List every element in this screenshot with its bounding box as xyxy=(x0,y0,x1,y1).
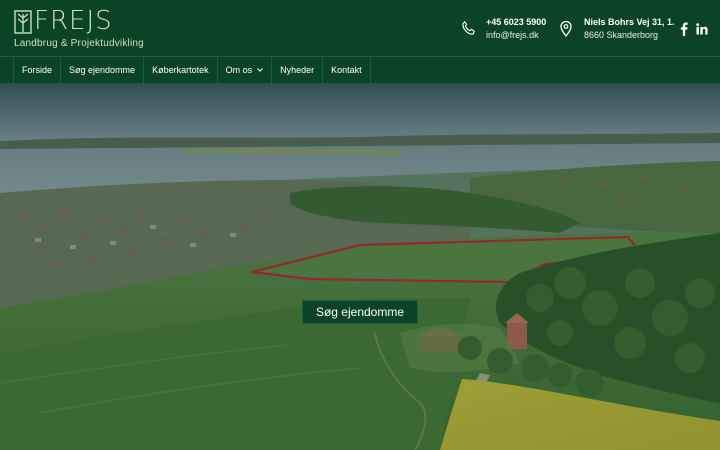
phone-icon xyxy=(462,21,475,35)
hero-banner: Søg ejendomme xyxy=(0,83,720,450)
facebook-icon[interactable] xyxy=(680,22,688,36)
nav-item-koeberkartotek[interactable]: Køberkartotek xyxy=(143,57,217,83)
hero-overlay xyxy=(0,83,720,450)
brand-name: FREJS xyxy=(34,6,113,36)
nav-label: Søg ejendomme xyxy=(69,65,136,75)
nav-item-soeg-ejendomme[interactable]: Søg ejendomme xyxy=(60,57,143,83)
address-line2: 8660 Skanderborg xyxy=(584,30,659,40)
linkedin-icon[interactable] xyxy=(696,22,708,36)
main-nav: Forside Søg ejendomme Køberkartotek Om o… xyxy=(0,56,720,83)
nav-label: Forside xyxy=(22,65,53,75)
nav-item-kontakt[interactable]: Kontakt xyxy=(322,57,371,83)
nav-label: Kontakt xyxy=(331,65,362,75)
nav-label: Om os xyxy=(225,65,253,75)
nav-item-forside[interactable]: Forside xyxy=(13,57,60,83)
frejs-logo-mark-icon xyxy=(14,10,32,34)
nav-item-nyheder[interactable]: Nyheder xyxy=(271,57,322,83)
phone-number[interactable]: +45 6023 5900 xyxy=(486,16,546,28)
search-properties-button[interactable]: Søg ejendomme xyxy=(302,300,418,324)
location-pin-icon xyxy=(560,21,572,37)
nav-label: Køberkartotek xyxy=(152,65,209,75)
brand-tagline: Landbrug & Projektudvikling xyxy=(14,38,144,49)
address-line1: Niels Bohrs Vej 31, 1. xyxy=(584,17,675,27)
nav-item-om-os[interactable]: Om os xyxy=(216,57,272,83)
site-header: FREJS Landbrug & Projektudvikling +45 60… xyxy=(0,0,720,56)
logo[interactable]: FREJS Landbrug & Projektudvikling xyxy=(14,6,144,50)
chevron-down-icon xyxy=(257,68,263,72)
email-link[interactable]: info@frejs.dk xyxy=(486,28,546,42)
nav-label: Nyheder xyxy=(280,65,315,75)
